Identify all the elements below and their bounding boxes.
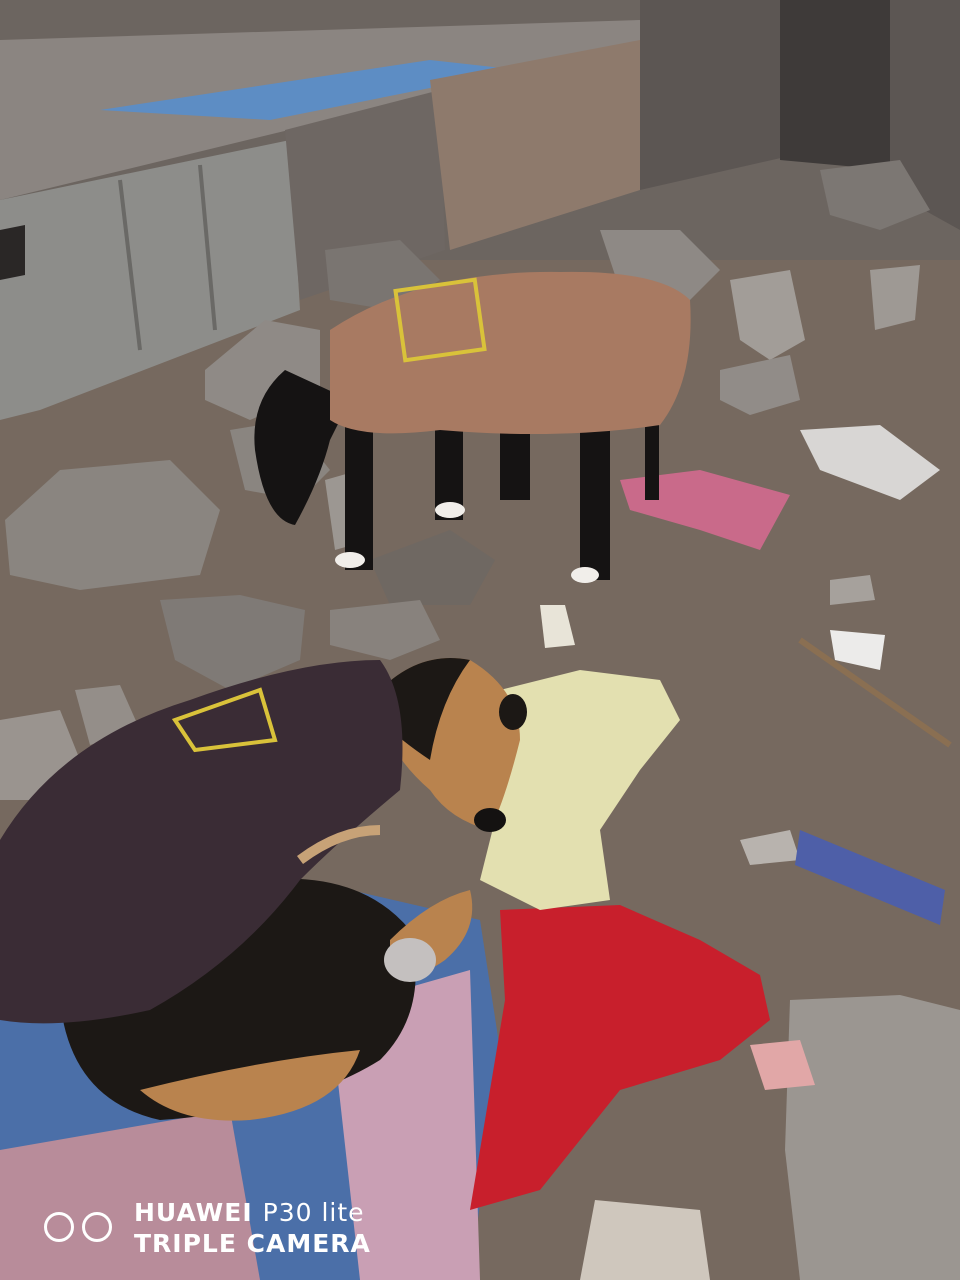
watermark-brand: HUAWEI xyxy=(134,1198,253,1227)
foreground-rock xyxy=(785,995,960,1280)
doorway xyxy=(780,0,890,170)
camera-rings-icon xyxy=(44,1208,120,1248)
photo-scene: HUAWEI P30 lite TRIPLE CAMERA xyxy=(0,0,960,1280)
watermark-model: P30 lite xyxy=(262,1198,365,1227)
photo-illustration xyxy=(0,0,960,1280)
watermark-camera: TRIPLE CAMERA xyxy=(134,1229,371,1258)
camera-watermark: HUAWEI P30 lite TRIPLE CAMERA xyxy=(44,1200,371,1256)
